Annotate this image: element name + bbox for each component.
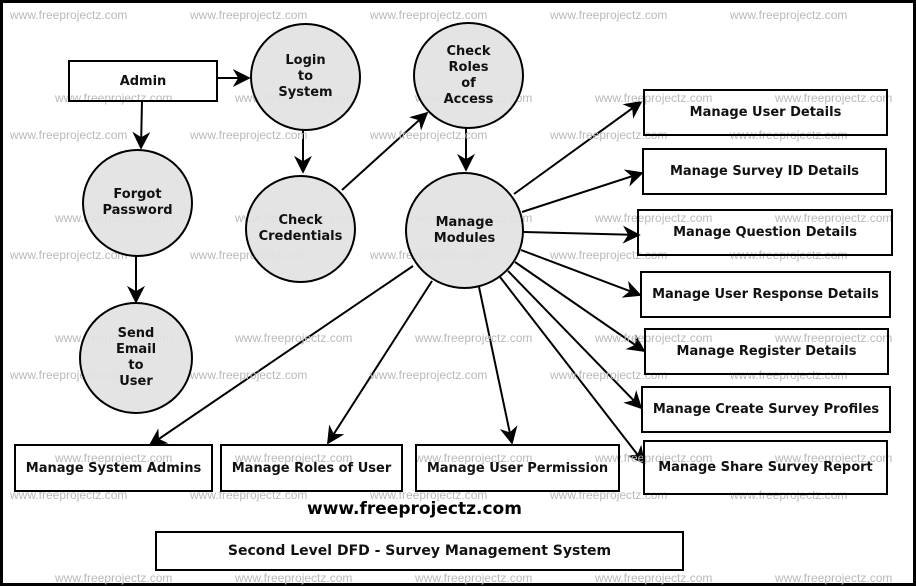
entity-manage-user-details: Manage User Details	[643, 89, 888, 136]
flow-modules-survey-id	[521, 169, 644, 213]
entity-manage-roles-of-user: Manage Roles of User	[220, 444, 403, 492]
process-label: Send Email to User	[115, 326, 157, 389]
flow-credentials-roles	[341, 111, 429, 191]
flow-modules-roles-of-user	[327, 280, 433, 445]
flow-modules-user-response	[520, 249, 642, 298]
entity-manage-share-survey-report: Manage Share Survey Report	[643, 440, 888, 495]
process-manage-modules: Manage Modules	[405, 172, 524, 289]
process-login-to-system: Login to System	[250, 23, 361, 131]
process-label: Manage Modules	[433, 214, 496, 246]
process-send-email-to-user: Send Email to User	[79, 302, 193, 414]
flow-modules-question	[523, 225, 641, 244]
entity-manage-create-survey-profiles: Manage Create Survey Profiles	[641, 386, 891, 433]
flow-modules-create-profiles	[507, 270, 643, 410]
flow-modules-register	[514, 261, 646, 353]
flow-modules-share-report	[499, 276, 646, 465]
entity-manage-user-response-details: Manage User Response Details	[640, 271, 891, 318]
entity-admin: Admin	[68, 60, 218, 102]
process-check-roles-of-access: Check Roles of Access	[413, 22, 524, 129]
process-label: Check Credentials	[258, 213, 343, 244]
process-check-credentials: Check Credentials	[245, 175, 356, 283]
process-label: Check Roles of Access	[443, 43, 494, 107]
process-label: Login to System	[278, 53, 333, 100]
entity-manage-system-admins: Manage System Admins	[14, 444, 213, 492]
entity-manage-question-details: Manage Question Details	[637, 209, 893, 256]
diagram-title: Second Level DFD - Survey Management Sys…	[155, 531, 684, 571]
flow-modules-user-permission	[478, 286, 518, 445]
entity-manage-register-details: Manage Register Details	[644, 328, 889, 375]
process-forgot-password: Forgot Password	[82, 149, 193, 257]
entity-manage-survey-id-details: Manage Survey ID Details	[642, 148, 887, 195]
process-label: Forgot Password	[102, 187, 173, 218]
entity-manage-user-permission: Manage User Permission	[415, 444, 620, 492]
flow-admin-forgot	[132, 100, 151, 150]
website-label: www.freeprojectz.com	[307, 499, 522, 519]
